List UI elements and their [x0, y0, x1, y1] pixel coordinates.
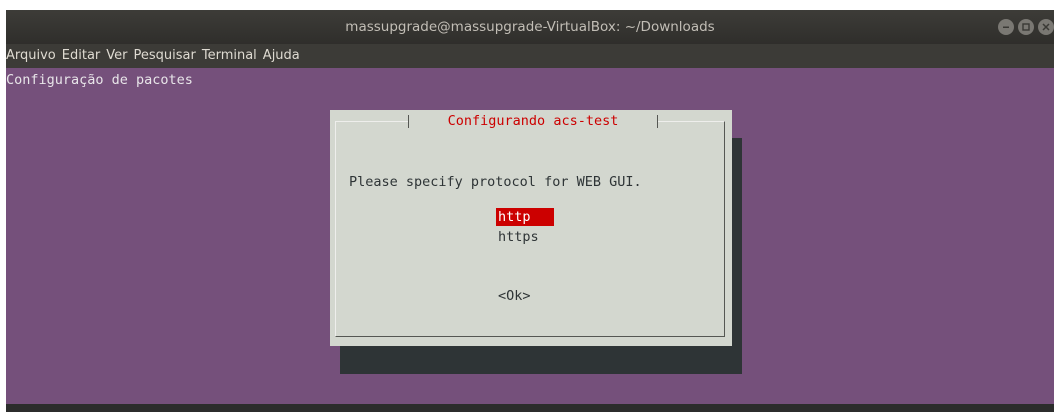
config-dialog: Configurando acs-test Please specify pro…: [330, 110, 732, 346]
title-right-edge: [657, 115, 658, 128]
menu-terminal[interactable]: Terminal: [199, 44, 260, 68]
menu-ver[interactable]: Ver: [103, 44, 130, 68]
menu-bar: Arquivo Editar Ver Pesquisar Terminal Ajuda: [6, 44, 1054, 68]
terminal-window: massupgrade@massupgrade-VirtualBox: ~/Do…: [6, 10, 1054, 412]
title-left-edge: [408, 115, 409, 128]
close-icon[interactable]: [1038, 19, 1054, 35]
terminal-header-text: Configuração de pacotes: [6, 72, 193, 88]
dialog-prompt: Please specify protocol for WEB GUI.: [349, 174, 642, 190]
bottom-strip: [6, 404, 1054, 412]
dialog-title: Configurando acs-test: [447, 113, 619, 129]
window-titlebar[interactable]: massupgrade@massupgrade-VirtualBox: ~/Do…: [6, 10, 1054, 44]
maximize-icon[interactable]: [1018, 19, 1034, 35]
minimize-icon[interactable]: [998, 19, 1014, 35]
ok-button[interactable]: <Ok>: [498, 288, 531, 304]
option-https[interactable]: https: [496, 228, 541, 246]
menu-editar[interactable]: Editar: [59, 44, 104, 68]
window-controls: [998, 19, 1054, 35]
menu-arquivo[interactable]: Arquivo: [6, 44, 59, 68]
dialog-title-box: Configurando acs-test: [408, 111, 658, 131]
window-title: massupgrade@massupgrade-VirtualBox: ~/Do…: [345, 19, 715, 35]
terminal-area[interactable]: Configuração de pacotes Configurando acs…: [6, 68, 1054, 404]
menu-pesquisar[interactable]: Pesquisar: [131, 44, 199, 68]
option-http[interactable]: http: [496, 208, 554, 226]
menu-ajuda[interactable]: Ajuda: [260, 44, 303, 68]
